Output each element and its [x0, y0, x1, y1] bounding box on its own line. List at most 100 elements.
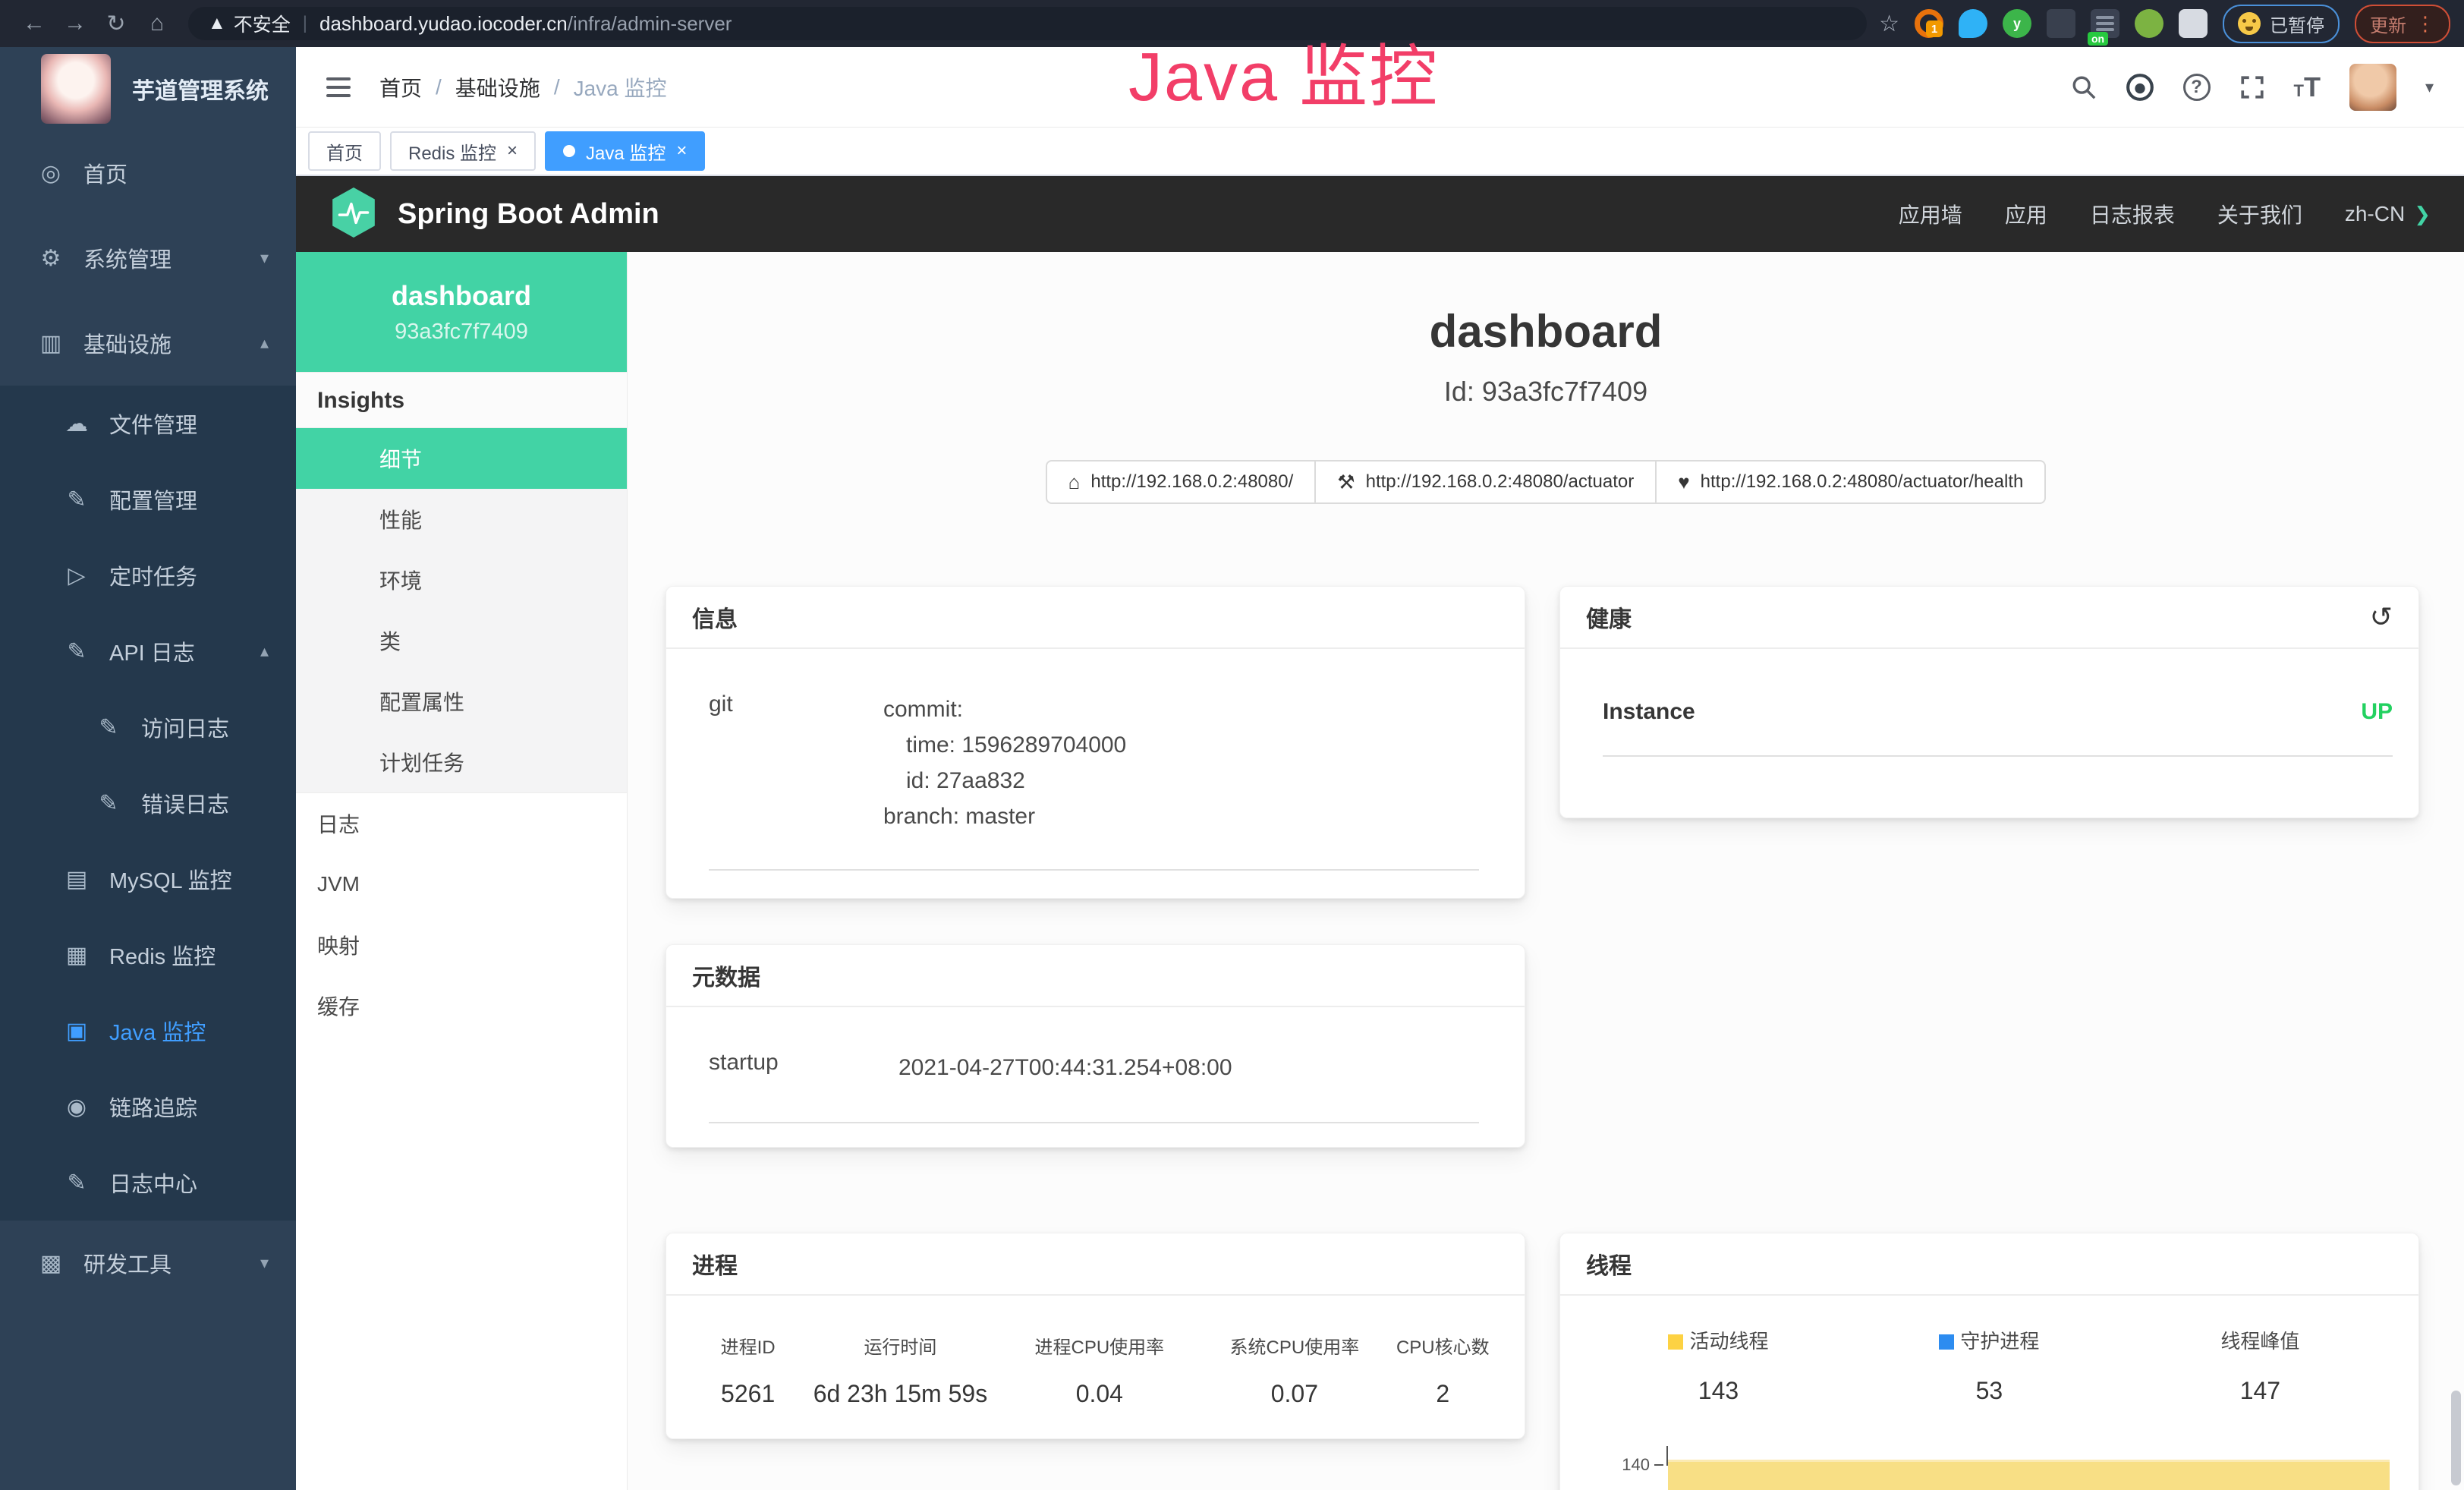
nav-item-classes[interactable]: 类	[296, 610, 627, 671]
nav-item-environment[interactable]: 环境	[296, 550, 627, 610]
sidebar-item-infra[interactable]: ▥ 基础设施 ▴	[0, 301, 296, 386]
ext-tabs-icon[interactable]: on	[2091, 9, 2119, 38]
history-icon[interactable]: ↺	[2370, 601, 2393, 633]
home-icon[interactable]: ⌂	[137, 11, 178, 36]
ext-grid-icon[interactable]	[2047, 9, 2075, 38]
tab-java-monitor[interactable]: Java 监控 ×	[545, 131, 705, 171]
breadcrumb-infra[interactable]: 基础设施	[455, 72, 540, 102]
breadcrumb-current: Java 监控	[574, 72, 667, 102]
breadcrumb-separator: /	[436, 75, 442, 99]
search-icon[interactable]	[2071, 74, 2097, 100]
nav-item-caches[interactable]: 缓存	[296, 975, 627, 1036]
locale-selector[interactable]: zh-CN ❯︎	[2345, 202, 2431, 226]
address-bar[interactable]: ▲ 不安全 | dashboard.yudao.iocoder.cn/infra…	[188, 7, 1867, 40]
sidebar-item-label: Java 监控	[109, 1015, 206, 1047]
nav-item-logs[interactable]: 日志	[296, 793, 627, 854]
health-url-button[interactable]: ♥ http://192.168.0.2:48080/actuator/heal…	[1655, 460, 2046, 504]
tab-redis-monitor[interactable]: Redis 监控 ×	[390, 131, 536, 171]
metadata-key: startup	[709, 1050, 898, 1085]
metadata-card: 元数据 startup 2021-04-27T00:44:31.254+08:0…	[666, 944, 1525, 1148]
card-title: 信息	[692, 600, 738, 634]
caret-down-icon[interactable]: ▾	[2425, 77, 2434, 97]
actuator-url-button[interactable]: ⚒ http://192.168.0.2:48080/actuator	[1314, 460, 1657, 504]
app-logo-row[interactable]: 芋道管理系统	[0, 47, 296, 131]
nav-item-scheduled-tasks[interactable]: 计划任务	[296, 732, 627, 792]
sidebar-item-api-log[interactable]: ✎ API 日志 ▴	[0, 613, 296, 689]
sba-nav-applications[interactable]: 应用	[2005, 199, 2047, 229]
ext-green-icon[interactable]: y	[2003, 9, 2031, 38]
instance-header[interactable]: dashboard 93a3fc7f7409	[296, 252, 627, 372]
scrollbar-thumb[interactable]	[2451, 1391, 2461, 1485]
ext-pin-icon[interactable]	[1959, 9, 1987, 38]
sba-brand[interactable]: Spring Boot Admin	[329, 187, 659, 242]
bookmark-star-icon[interactable]: ☆	[1879, 11, 1899, 37]
forward-icon[interactable]: →	[55, 11, 96, 36]
nav-item-metrics[interactable]: 性能	[296, 489, 627, 550]
sba-nav-wallboard[interactable]: 应用墙	[1899, 199, 1962, 229]
reload-icon[interactable]: ↻	[96, 11, 137, 37]
back-icon[interactable]: ←	[14, 11, 55, 36]
ext-badge: 1	[1926, 20, 1943, 37]
sidebar-item-redis[interactable]: ▦ Redis 监控	[0, 917, 296, 993]
breadcrumb: 首页 / 基础设施 / Java 监控	[379, 72, 667, 102]
sidebar-item-log-center[interactable]: ✎ 日志中心	[0, 1145, 296, 1221]
chevron-down-icon: ▾	[260, 248, 269, 268]
tab-close-icon[interactable]: ×	[676, 142, 687, 160]
health-url: http://192.168.0.2:48080/actuator/health	[1701, 471, 2024, 493]
sba-nav-about[interactable]: 关于我们	[2217, 199, 2302, 229]
info-line: time: 1596289704000	[883, 727, 1479, 763]
update-button[interactable]: 更新 ⋮	[2355, 5, 2450, 43]
wrench-icon: ⚒	[1337, 471, 1355, 494]
sidebar-item-java-monitor[interactable]: ▣ Java 监控	[0, 993, 296, 1069]
help-icon[interactable]: ?	[2183, 74, 2211, 101]
sidebar-item-mysql[interactable]: ▤ MySQL 监控	[0, 841, 296, 917]
tab-close-icon[interactable]: ×	[507, 142, 518, 160]
avatar[interactable]	[2349, 64, 2396, 111]
sidebar-item-jobs[interactable]: ▷︎ 定时任务	[0, 537, 296, 613]
breadcrumb-home[interactable]: 首页	[379, 72, 422, 102]
sba-nav-journal[interactable]: 日志报表	[2090, 199, 2175, 229]
extensions-puzzle-icon[interactable]	[2179, 9, 2208, 38]
sidebar-item-trace[interactable]: ◉ 链路追踪	[0, 1069, 296, 1145]
layers-icon: ▦	[61, 942, 93, 969]
health-instance-label: Instance	[1603, 699, 1695, 725]
paused-pill[interactable]: 已暂停	[2223, 5, 2340, 43]
info-line: id: 27aa832	[883, 763, 1479, 799]
nav-item-config-props[interactable]: 配置属性	[296, 671, 627, 732]
overflow-menu-icon[interactable]: ⋮	[2415, 12, 2435, 36]
sba-brand-name: Spring Boot Admin	[398, 198, 659, 231]
hamburger-icon[interactable]	[326, 77, 351, 97]
sidebar-item-label: 日志中心	[109, 1167, 197, 1199]
instance-name: dashboard	[392, 280, 531, 312]
font-size-icon[interactable]: TT	[2294, 71, 2321, 103]
sidebar-item-files[interactable]: ☁ 文件管理	[0, 386, 296, 461]
sba-header: Spring Boot Admin 应用墙 应用 日志报表 关于我们 zh-CN…	[296, 176, 2464, 252]
sidebar-item-config[interactable]: ✎ 配置管理	[0, 461, 296, 537]
legend-swatch-live	[1668, 1334, 1683, 1350]
y-axis-tickmark	[1654, 1464, 1663, 1466]
sidebar-item-system[interactable]: ⚙ 系统管理 ▾	[0, 216, 296, 301]
col-header: 进程CPU使用率	[994, 1332, 1205, 1359]
app-title: 芋道管理系统	[132, 72, 269, 106]
nav-item-mappings[interactable]: 映射	[296, 915, 627, 975]
sidebar-item-label: 基础设施	[83, 327, 172, 359]
nav-item-label: 缓存	[317, 991, 360, 1021]
sidebar-item-home[interactable]: ◎ 首页	[0, 131, 296, 216]
nav-item-jvm[interactable]: JVM	[296, 854, 627, 915]
fullscreen-icon[interactable]	[2239, 74, 2265, 100]
service-url-button[interactable]: ⌂ http://192.168.0.2:48080/	[1046, 460, 1317, 504]
log-edit-icon: ✎	[61, 1170, 93, 1196]
github-icon[interactable]	[2126, 73, 2154, 102]
tab-home[interactable]: 首页	[308, 131, 381, 171]
sidebar-item-error-log[interactable]: ✎ 错误日志	[0, 765, 296, 841]
tab-label: Java 监控	[586, 138, 666, 165]
infra-submenu: ☁ 文件管理 ✎ 配置管理 ▷︎ 定时任务 ✎ API 日志 ▴ ✎ 访问日志 …	[0, 386, 296, 1221]
cell-value: 0.04	[994, 1380, 1205, 1408]
ext-leaf-icon[interactable]	[2135, 9, 2163, 38]
sidebar-item-devtools[interactable]: ▩ 研发工具 ▾	[0, 1221, 296, 1306]
sidebar-item-access-log[interactable]: ✎ 访问日志	[0, 689, 296, 765]
chevron-up-icon: ▴	[260, 333, 269, 353]
nav-item-details[interactable]: 细节	[296, 428, 627, 489]
metadata-value: 2021-04-27T00:44:31.254+08:00	[898, 1050, 1479, 1085]
ext-orange-icon[interactable]: 1	[1915, 9, 1943, 38]
